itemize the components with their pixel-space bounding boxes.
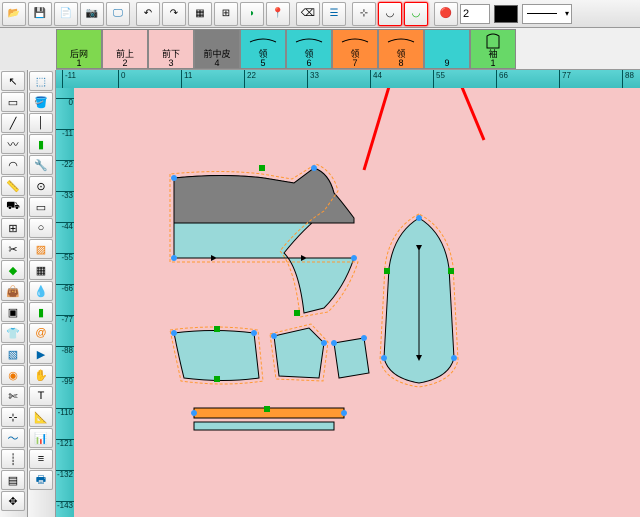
layers-btn[interactable]: ☰ [322, 2, 346, 26]
green-tool[interactable]: ◆ [1, 260, 25, 280]
pin-btn[interactable]: 📍 [266, 2, 290, 26]
ruler2-tool[interactable]: 📐 [29, 407, 53, 427]
panel-tool[interactable]: ▮ [29, 302, 53, 322]
text-tool[interactable]: T [29, 386, 53, 406]
car-tool[interactable]: ⛟ [1, 197, 25, 217]
cut-tool[interactable]: ✂ [1, 239, 25, 259]
piece-tabs-row: 后网1 前上2 前下3 前中皮4 领5 领6 领7 领8 9 袖1 [56, 28, 640, 70]
piece-tab[interactable]: 9 [424, 29, 470, 69]
wave-tool[interactable]: 〜 [1, 428, 25, 448]
left-toolbar-1: ↖ ▭ ╱ 〰 ◠ 📏 ⛟ ⊞ ✂ ◆ 👜 ▣ 👕 ▧ ◉ ✄ ⊹ 〜 ┊ ▤ … [0, 70, 28, 517]
piece-tab[interactable]: 领5 [240, 29, 286, 69]
fill-tool[interactable]: ▨ [29, 239, 53, 259]
piece-tab[interactable]: 领6 [286, 29, 332, 69]
piece-tab[interactable]: 领7 [332, 29, 378, 69]
grid-btn[interactable]: ▦ [188, 2, 212, 26]
pattern-pieces [74, 88, 634, 508]
tool-btn-3[interactable]: 📄 [54, 2, 78, 26]
pattern-tool[interactable]: ▤ [1, 470, 25, 490]
machine-tool[interactable]: ▦ [29, 260, 53, 280]
orange-tool[interactable]: ◉ [1, 365, 25, 385]
fill-color-swatch[interactable] [494, 5, 518, 23]
piece-tab[interactable]: 前中皮4 [194, 29, 240, 69]
bag-tool[interactable]: 👜 [1, 281, 25, 301]
line-tool[interactable]: ╱ [1, 113, 25, 133]
print-tool[interactable]: 🖶 [29, 470, 53, 490]
tool-btn-2[interactable]: 💾 [28, 2, 52, 26]
piece-tab[interactable]: 前下3 [148, 29, 194, 69]
align-btn[interactable]: ⊞ [214, 2, 238, 26]
fold-tool[interactable]: ▣ [1, 302, 25, 322]
node-tool[interactable]: ⊹ [1, 407, 25, 427]
grid-tool[interactable]: ⊞ [1, 218, 25, 238]
rect2-tool[interactable]: ▭ [29, 197, 53, 217]
vertical-ruler: 0 -11 -22 -33 -44 -55 -66 -77 -88 -99 -1… [56, 88, 74, 517]
piece-tab[interactable]: 后网1 [56, 29, 102, 69]
shirt-tool[interactable]: 👕 [1, 323, 25, 343]
redo-btn[interactable]: ↷ [162, 2, 186, 26]
flag-tool[interactable]: ▶ [29, 344, 53, 364]
eraser-btn[interactable]: ⌫ [296, 2, 320, 26]
curve1-btn[interactable]: ◡ [378, 2, 402, 26]
rect-tool[interactable]: ▭ [1, 92, 25, 112]
piece-tab[interactable]: 前上2 [102, 29, 148, 69]
spiral-tool[interactable]: @ [29, 323, 53, 343]
color-wheel-btn[interactable]: 🔴 [434, 2, 458, 26]
chart-tool[interactable]: 📊 [29, 428, 53, 448]
value-input[interactable] [460, 4, 490, 24]
piece-tab[interactable]: 袖1 [470, 29, 516, 69]
fabric-tool[interactable]: ▧ [1, 344, 25, 364]
drawing-canvas[interactable] [74, 88, 640, 517]
camera-btn[interactable]: 📷 [80, 2, 104, 26]
scissors-tool[interactable]: ✄ [1, 386, 25, 406]
top-toolbar: 📂 💾 📄 📷 🖵 ↶ ↷ ▦ ⊞ ◗ 📍 ⌫ ☰ ⊹ ◡ ◡ 🔴 [0, 0, 640, 28]
line-style-select[interactable] [522, 4, 572, 24]
mitt-tool[interactable]: ✋ [29, 365, 53, 385]
undo-btn[interactable]: ↶ [136, 2, 160, 26]
curve-tool[interactable]: 〰 [1, 134, 25, 154]
wrench-tool[interactable]: 🔧 [29, 155, 53, 175]
measure-tool[interactable]: 📏 [1, 176, 25, 196]
curve2-btn[interactable]: ◡ [404, 2, 428, 26]
measure-btn[interactable]: ⊹ [352, 2, 376, 26]
move-tool[interactable]: ✥ [1, 491, 25, 511]
shape-btn[interactable]: ◗ [240, 2, 264, 26]
frame-tool[interactable]: ⬚ [29, 71, 53, 91]
circle-tool[interactable]: ○ [29, 218, 53, 238]
drop-tool[interactable]: 💧 [29, 281, 53, 301]
screen-btn[interactable]: 🖵 [106, 2, 130, 26]
stripe-tool[interactable]: ≡ [29, 449, 53, 469]
arc-tool[interactable]: ◠ [1, 155, 25, 175]
boot-tool[interactable]: ▮ [29, 134, 53, 154]
stitch-tool[interactable]: ┊ [1, 449, 25, 469]
piece-tab[interactable]: 领8 [378, 29, 424, 69]
dot-tool[interactable]: ⊙ [29, 176, 53, 196]
bucket-tool[interactable]: 🪣 [29, 92, 53, 112]
horizontal-ruler: -11 0 11 22 33 44 55 66 77 88 [56, 70, 640, 88]
tool-btn-1[interactable]: 📂 [2, 2, 26, 26]
left-toolbar-2: ⬚ 🪣 │ ▮ 🔧 ⊙ ▭ ○ ▨ ▦ 💧 ▮ @ ▶ ✋ T 📐 📊 ≡ 🖶 [28, 70, 56, 517]
select-tool[interactable]: ↖ [1, 71, 25, 91]
needle-tool[interactable]: │ [29, 113, 53, 133]
